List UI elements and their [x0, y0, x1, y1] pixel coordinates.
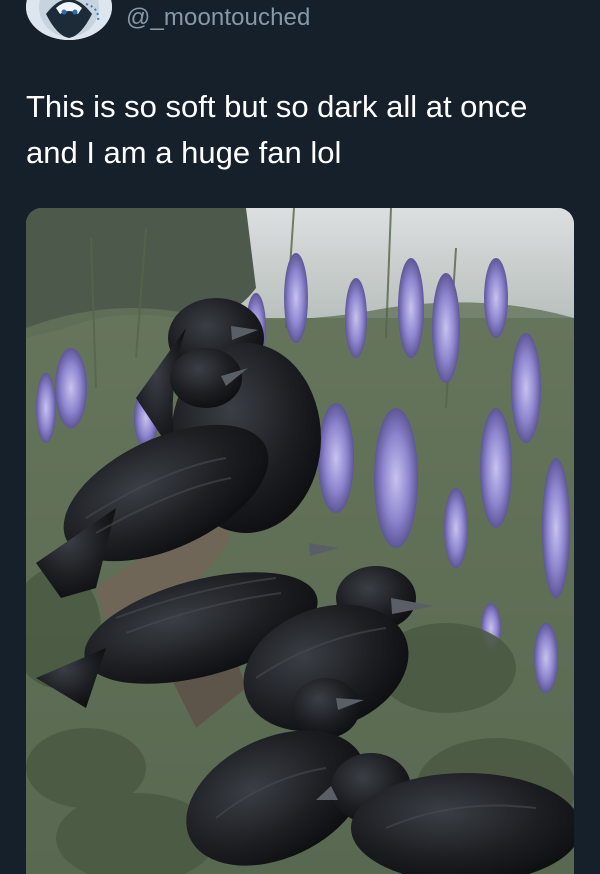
tweet-photo[interactable]: [26, 208, 574, 874]
avatar[interactable]: [26, 0, 112, 40]
tweet-text: This is so soft but so dark all at once …: [26, 89, 528, 170]
avatar-icon: [26, 0, 112, 40]
ravens-photo: [26, 208, 574, 874]
tweet-header: @_moontouched: [0, 0, 600, 60]
user-handle[interactable]: @_moontouched: [126, 4, 310, 32]
